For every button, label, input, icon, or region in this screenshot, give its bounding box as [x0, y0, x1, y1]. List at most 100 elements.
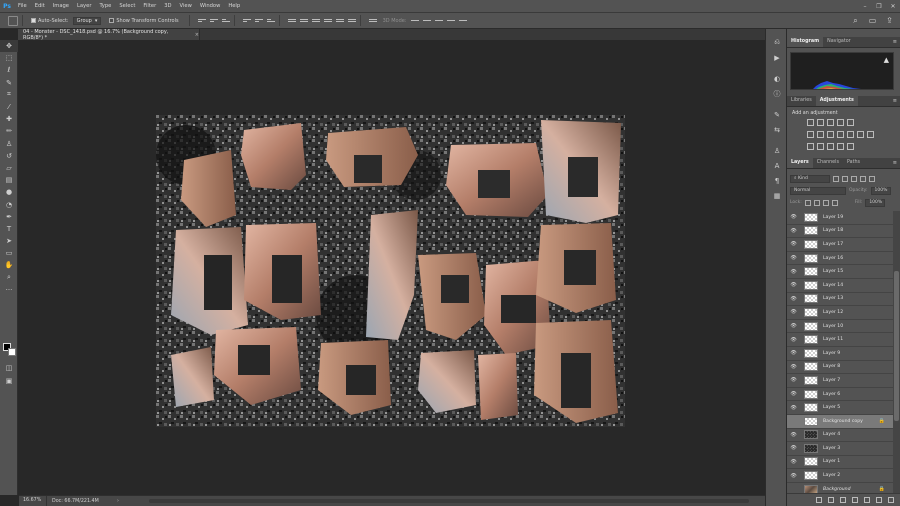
black-white-icon[interactable]: [837, 131, 844, 138]
layer-row[interactable]: 👁 Layer 7: [787, 374, 893, 388]
move-tool-icon[interactable]: ✥: [0, 40, 18, 53]
3d-slide-icon[interactable]: [446, 17, 455, 25]
quick-select-tool-icon[interactable]: ✎: [0, 77, 18, 89]
minimize-button[interactable]: –: [858, 0, 872, 12]
layer-row[interactable]: 👁 Layer 5: [787, 401, 893, 415]
distribute-bottom-icon[interactable]: [311, 17, 320, 25]
horizontal-scrollbar[interactable]: [149, 499, 749, 503]
layer-row[interactable]: 👁 Layer 10: [787, 319, 893, 334]
visibility-eye-icon[interactable]: 👁: [787, 405, 800, 411]
tab-libraries[interactable]: Libraries: [787, 96, 816, 106]
crop-tool-icon[interactable]: ⌗: [0, 89, 18, 101]
visibility-eye-icon[interactable]: 👁: [787, 269, 800, 275]
layer-row[interactable]: 👁 Layer 17: [787, 238, 893, 252]
menu-type[interactable]: Type: [95, 0, 115, 12]
search-icon[interactable]: ⌕: [851, 16, 860, 25]
visibility-eye-icon[interactable]: 👁: [787, 337, 800, 343]
align-vcenter-icon[interactable]: [209, 17, 218, 25]
tab-adjustments[interactable]: Adjustments: [815, 96, 858, 106]
document-tab[interactable]: 04 - Monster - DSC_1418.psd @ 16.7% (Bac…: [18, 29, 200, 41]
link-layers-icon[interactable]: [816, 497, 822, 503]
shape-tool-icon[interactable]: ▭: [0, 247, 18, 259]
history-panel-icon[interactable]: ⎌: [766, 35, 788, 50]
distribute-right-icon[interactable]: [347, 17, 356, 25]
info-panel-icon[interactable]: ⓘ: [766, 86, 788, 101]
gradient-map-icon[interactable]: [847, 119, 854, 126]
lock-image-icon[interactable]: [813, 199, 820, 206]
visibility-eye-icon[interactable]: 👁: [787, 486, 800, 492]
align-hcenter-icon[interactable]: [254, 17, 263, 25]
layer-row[interactable]: 👁 Layer 14: [787, 278, 893, 293]
type-tool-icon[interactable]: T: [0, 223, 18, 235]
type-filter-icon[interactable]: [851, 175, 857, 182]
menu-view[interactable]: View: [176, 0, 196, 12]
new-adjustment-icon[interactable]: [852, 497, 858, 503]
clone-source-icon[interactable]: ♙: [766, 143, 788, 158]
share-icon[interactable]: ⇪: [885, 16, 894, 25]
layers-scroll-thumb[interactable]: [894, 271, 899, 421]
blur-tool-icon[interactable]: ●: [0, 186, 18, 198]
warning-icon[interactable]: ▲: [884, 56, 889, 64]
menu-image[interactable]: Image: [49, 0, 73, 12]
adjustments-dock-icon[interactable]: ◐: [766, 71, 788, 86]
path-selection-tool-icon[interactable]: ➤: [0, 235, 18, 247]
layer-style-icon[interactable]: [828, 497, 834, 503]
distribute-hcenter-icon[interactable]: [335, 17, 344, 25]
visibility-eye-icon[interactable]: 👁: [787, 296, 800, 302]
visibility-eye-icon[interactable]: 👁: [787, 418, 800, 424]
color-lookup-icon[interactable]: [867, 131, 874, 138]
curves-icon[interactable]: [827, 119, 834, 126]
workspace-icon[interactable]: ▭: [868, 16, 877, 25]
visibility-eye-icon[interactable]: 👁: [787, 214, 800, 220]
layer-row[interactable]: 👁 Background 🔒: [787, 482, 893, 493]
brightness-contrast-icon[interactable]: [807, 119, 814, 126]
channel-mixer-icon[interactable]: [857, 131, 864, 138]
menu-filter[interactable]: Filter: [139, 0, 160, 12]
visibility-eye-icon[interactable]: 👁: [787, 432, 800, 438]
tab-channels[interactable]: Channels: [813, 158, 843, 168]
delete-layer-icon[interactable]: [888, 497, 894, 503]
color-swatches[interactable]: [3, 343, 17, 357]
tab-layers[interactable]: Layers: [787, 158, 813, 168]
move-tool-preset-icon[interactable]: [8, 15, 18, 26]
visibility-eye-icon[interactable]: 👁: [787, 459, 800, 465]
properties-panel-icon[interactable]: ▦: [766, 188, 788, 203]
brush-tool-icon[interactable]: ✏: [0, 125, 18, 137]
restore-button[interactable]: ❐: [872, 0, 886, 12]
threshold-icon[interactable]: [827, 143, 834, 150]
visibility-eye-icon[interactable]: 👁: [787, 473, 800, 479]
visibility-eye-icon[interactable]: 👁: [787, 445, 800, 451]
lock-transparent-icon[interactable]: [804, 199, 811, 206]
more-tools-icon[interactable]: ···: [0, 284, 18, 296]
blend-mode-dropdown[interactable]: Normal: [790, 186, 846, 195]
layer-row[interactable]: 👁 Layer 8: [787, 360, 893, 375]
panel-menu-icon[interactable]: ≡: [893, 39, 897, 45]
3d-scale-icon[interactable]: [458, 17, 467, 25]
vibrance-icon[interactable]: [807, 131, 814, 138]
align-bottom-icon[interactable]: [221, 17, 230, 25]
distribute-top-icon[interactable]: [287, 17, 296, 25]
panel-menu-icon[interactable]: ≡: [893, 160, 897, 166]
pen-tool-icon[interactable]: ✒: [0, 211, 18, 223]
brush-panel-icon[interactable]: ✎: [766, 107, 788, 122]
history-brush-tool-icon[interactable]: ↺: [0, 150, 18, 162]
tab-paths[interactable]: Paths: [843, 158, 864, 168]
align-right-icon[interactable]: [266, 17, 275, 25]
3d-pan-icon[interactable]: [434, 17, 443, 25]
lock-position-icon[interactable]: [822, 199, 829, 206]
shape-filter-icon[interactable]: [860, 175, 866, 182]
posterize-icon[interactable]: [817, 143, 824, 150]
clone-stamp-tool-icon[interactable]: ♙: [0, 138, 18, 150]
exposure-icon[interactable]: [837, 119, 844, 126]
auto-select-checkbox[interactable]: [31, 18, 36, 23]
background-color-swatch[interactable]: [8, 348, 16, 356]
menu-layer[interactable]: Layer: [73, 0, 95, 12]
opacity-field[interactable]: 100%: [870, 186, 891, 195]
layer-row[interactable]: 👁 Layer 4: [787, 428, 893, 443]
menu-help[interactable]: Help: [224, 0, 244, 12]
layer-row[interactable]: 👁 Layer 12: [787, 306, 893, 320]
layer-row[interactable]: 👁 Layer 16: [787, 251, 893, 266]
color-balance-icon[interactable]: [827, 131, 834, 138]
add-mask-icon[interactable]: [840, 497, 846, 503]
fill-field[interactable]: 100%: [865, 198, 886, 207]
